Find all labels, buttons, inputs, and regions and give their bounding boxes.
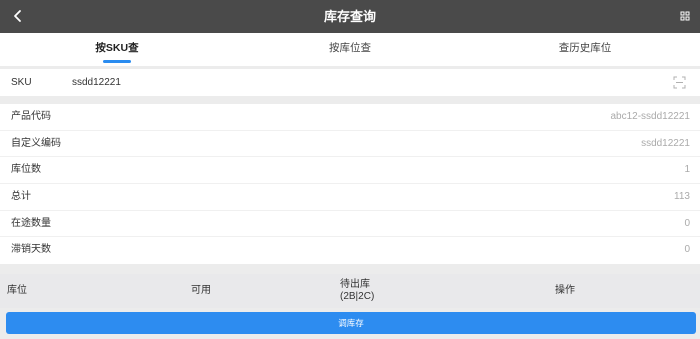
column-header-actions: 操作 — [555, 285, 575, 296]
sku-info-list: 产品代码 abc12-ssdd12221 自定义编码 ssdd12221 库位数… — [0, 104, 700, 264]
info-label: 产品代码 — [11, 111, 51, 122]
tab-label: 按库位查 — [329, 42, 371, 54]
tab-bar: 按SKU查 按库位查 查历史库位 — [0, 33, 700, 66]
scan-frame-icon — [673, 76, 686, 89]
info-label: 总计 — [11, 190, 31, 202]
info-row-total: 总计 113 — [0, 184, 700, 211]
info-label: 库位数 — [11, 164, 41, 176]
info-value: 0 — [684, 244, 690, 256]
info-row-location-count: 库位数 1 — [0, 157, 700, 184]
table-header: 库位 可用 待出库 (2B|2C) 操作 — [0, 274, 700, 308]
tab-label: 查历史库位 — [558, 42, 612, 54]
sku-scan-button[interactable] — [673, 76, 686, 89]
info-row-custom-code: 自定义编码 ssdd12221 — [0, 131, 700, 158]
info-row-unsold-days: 滞销天数 0 — [0, 237, 700, 264]
scan-button[interactable] — [678, 9, 692, 23]
sku-input[interactable]: ssdd12221 — [72, 69, 121, 96]
column-header-available: 可用 — [191, 285, 211, 296]
info-label: 滞销天数 — [11, 244, 51, 256]
info-value: abc12-ssdd12221 — [610, 111, 690, 122]
info-value: 1 — [684, 164, 690, 176]
sku-input-row[interactable]: SKU ssdd12221 — [0, 69, 700, 96]
app-header: 库存查询 — [0, 0, 700, 33]
info-value: ssdd12221 — [641, 137, 690, 149]
info-label: 自定义编码 — [11, 137, 61, 149]
sku-label: SKU — [11, 77, 32, 88]
adjust-inventory-button[interactable]: 调库存 — [6, 312, 696, 334]
page-title: 库存查询 — [323, 9, 376, 24]
info-row-in-transit: 在途数量 0 — [0, 211, 700, 238]
tab-by-sku[interactable]: 按SKU查 — [67, 33, 167, 66]
info-value: 0 — [684, 217, 690, 229]
info-row-product-code: 产品代码 abc12-ssdd12221 — [0, 104, 700, 131]
active-tab-indicator — [103, 60, 131, 63]
info-label: 在途数量 — [11, 217, 51, 229]
tab-history-location[interactable]: 查历史库位 — [535, 33, 635, 66]
scan-icon — [680, 11, 690, 21]
tab-label: 按SKU查 — [95, 42, 139, 54]
tab-by-location[interactable]: 按库位查 — [300, 33, 400, 66]
info-value: 113 — [674, 190, 690, 202]
column-header-pending-outbound: 待出库 (2B|2C) — [340, 279, 375, 302]
column-header-location: 库位 — [7, 285, 27, 296]
